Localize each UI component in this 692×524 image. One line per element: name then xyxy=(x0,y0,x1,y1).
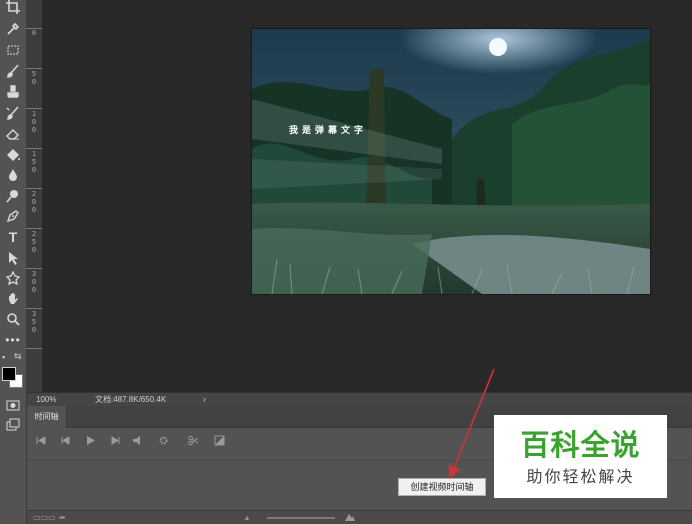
ruler-label: 2 0 0 xyxy=(31,190,37,214)
eyedropper-icon[interactable] xyxy=(3,20,23,38)
ruler-label: 2 5 0 xyxy=(31,230,37,254)
photoshop-window: T ••• ▪ ⇆ 0 5 0 1 0 0 1 5 0 2 0 0 2 5 0 xyxy=(0,0,692,524)
status-bar: 100% 文档:487.8K/650.4K › xyxy=(27,392,692,406)
screen-mode-icon[interactable] xyxy=(3,416,23,434)
dodge-icon[interactable] xyxy=(3,187,23,205)
ruler-label: 1 0 0 xyxy=(31,110,37,134)
ruler-label: 1 5 0 xyxy=(31,150,37,174)
timeline-zoom-slider[interactable] xyxy=(267,517,335,519)
danmu-overlay-text[interactable]: 我是弹幕文字 xyxy=(289,123,367,136)
quick-mask-icon[interactable] xyxy=(3,396,23,414)
marquee-icon[interactable] xyxy=(3,41,23,59)
ruler-tick xyxy=(26,108,42,109)
next-frame-icon[interactable] xyxy=(109,435,121,447)
ruler-label: 5 0 xyxy=(31,70,37,86)
zoom-out-mountain-icon[interactable]: ▴ xyxy=(245,513,249,522)
swap-colors-icon[interactable]: ⇆ xyxy=(14,352,22,361)
create-video-timeline-button[interactable]: 创建视频时间轴 xyxy=(398,478,486,496)
audio-icon[interactable] xyxy=(131,435,143,447)
ruler-tick xyxy=(26,268,42,269)
blur-icon[interactable] xyxy=(3,166,23,184)
shape-icon[interactable] xyxy=(3,269,23,287)
ruler-tick xyxy=(26,28,42,29)
play-icon[interactable] xyxy=(84,435,96,447)
ruler-tick xyxy=(26,188,42,189)
type-icon[interactable]: T xyxy=(3,228,23,246)
document-canvas[interactable]: 我是弹幕文字 xyxy=(252,29,650,294)
watermark-badge: 百科全说 助你轻松解决 xyxy=(494,415,667,498)
zoom-icon[interactable] xyxy=(3,310,23,328)
go-to-first-frame-icon[interactable] xyxy=(35,435,47,447)
document-size-info: 文档:487.8K/650.4K xyxy=(95,395,167,404)
ruler-label: 3 0 0 xyxy=(31,270,37,294)
path-select-icon[interactable] xyxy=(3,249,23,267)
brush-icon[interactable] xyxy=(3,62,23,80)
crop-icon[interactable] xyxy=(3,0,23,16)
foreground-color-swatch[interactable] xyxy=(2,367,16,381)
forest-night-image xyxy=(252,29,650,294)
hand-icon[interactable] xyxy=(3,290,23,308)
vertical-ruler[interactable]: 0 5 0 1 0 0 1 5 0 2 0 0 2 5 0 3 0 0 3 5 … xyxy=(26,0,43,392)
ruler-tick xyxy=(26,308,42,309)
timeline-footer: ▭▭▭ ➦ ▴ xyxy=(27,510,692,524)
tab-timeline[interactable]: 时间轴 xyxy=(27,406,67,428)
settings-gear-icon[interactable] xyxy=(157,435,169,447)
ruler-tick xyxy=(26,68,42,69)
ruler-tick xyxy=(26,228,42,229)
pen-icon[interactable] xyxy=(3,207,23,225)
more-icon[interactable]: ••• xyxy=(3,331,23,349)
frame-animation-icon[interactable]: ▭▭▭ xyxy=(33,513,56,522)
ruler-label: 3 5 0 xyxy=(31,310,37,334)
zoom-level[interactable]: 100% xyxy=(36,393,56,406)
previous-frame-icon[interactable] xyxy=(59,435,71,447)
split-scissors-icon[interactable] xyxy=(187,435,199,447)
ruler-tick xyxy=(26,348,42,349)
status-menu-arrow-icon[interactable]: › xyxy=(203,393,206,406)
ruler-label: 0 xyxy=(31,29,37,37)
transition-icon[interactable] xyxy=(213,435,225,447)
paint-bucket-icon[interactable] xyxy=(3,146,23,164)
watermark-title: 百科全说 xyxy=(520,428,641,462)
tools-panel: T ••• ▪ ⇆ xyxy=(0,0,27,524)
default-colors-icon[interactable]: ▪ xyxy=(2,353,5,362)
playback-controls xyxy=(27,428,247,456)
history-brush-icon[interactable] xyxy=(3,104,23,122)
zoom-in-mountain-icon[interactable] xyxy=(345,513,355,521)
convert-arrow-icon[interactable]: ➦ xyxy=(59,513,66,522)
stamp-icon[interactable] xyxy=(3,83,23,101)
watermark-subtitle: 助你轻松解决 xyxy=(526,467,635,486)
ruler-tick xyxy=(26,148,42,149)
eraser-icon[interactable] xyxy=(3,125,23,143)
